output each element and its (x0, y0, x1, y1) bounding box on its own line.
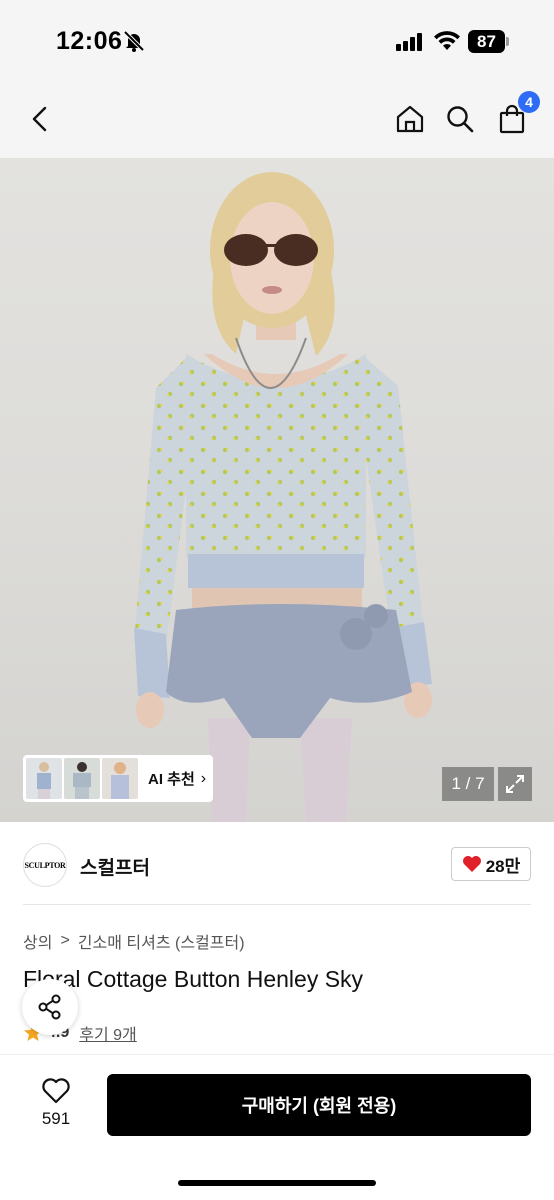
bottom-action-bar: 591 구매하기 (회원 전용) (0, 1054, 554, 1200)
back-icon (32, 106, 47, 132)
home-button[interactable] (390, 99, 430, 139)
brand-logo[interactable]: SCULPTOR (23, 843, 67, 887)
bell-off-icon (123, 30, 145, 52)
signal-icon (396, 33, 424, 51)
brand-like-button[interactable]: 28만 (451, 847, 531, 881)
brand-row[interactable]: SCULPTOR 스컬프터 28만 (0, 822, 554, 904)
breadcrumb: 상의 > 긴소매 티셔츠 (스컬프터) (23, 929, 245, 953)
expand-button[interactable] (498, 767, 532, 801)
top-nav: 4 (0, 80, 554, 158)
share-button[interactable] (22, 979, 78, 1035)
cart-count-badge: 4 (518, 91, 540, 113)
search-icon (447, 106, 474, 133)
divider (23, 904, 531, 905)
cart-button[interactable]: 4 (492, 91, 540, 139)
wifi-icon (434, 31, 460, 50)
home-icon (396, 105, 424, 133)
brand-name[interactable]: 스컬프터 (80, 853, 150, 880)
recommend-thumbnail (64, 758, 100, 799)
product-title: Floral Cottage Button Henley Sky (23, 966, 364, 992)
breadcrumb-separator: > (60, 932, 70, 949)
buy-button[interactable]: 구매하기 (회원 전용) (107, 1074, 531, 1136)
image-counter: 1 / 7 (442, 767, 494, 801)
battery-indicator: 87 (468, 30, 510, 53)
product-image-carousel[interactable]: AI 추천 › 1 / 7 (0, 158, 554, 822)
wishlist-button[interactable]: 591 (26, 1077, 86, 1133)
brand-like-count: 28만 (485, 856, 521, 876)
wishlist-count: 591 (41, 1109, 71, 1128)
recommend-thumbnail (102, 758, 138, 799)
status-time: 12:06 (56, 27, 123, 55)
breadcrumb-item[interactable]: 상의 (23, 929, 52, 953)
status-bar: 12:06 87 (0, 0, 554, 80)
heart-icon (42, 1078, 70, 1104)
back-button[interactable] (20, 99, 60, 139)
product-photo (134, 172, 432, 822)
chevron-right-icon: › (200, 769, 207, 787)
ai-recommend-chip[interactable]: AI 추천 › (23, 755, 213, 802)
battery-level: 87 (468, 30, 505, 53)
home-indicator (178, 1180, 376, 1186)
reviews-link[interactable]: 후기 9개 (79, 1021, 137, 1045)
breadcrumb-item[interactable]: 긴소매 티셔츠 (스컬프터) (78, 929, 245, 953)
ai-recommend-label: AI 추천 (148, 771, 195, 788)
expand-icon (506, 775, 524, 793)
heart-icon (462, 856, 481, 872)
recommend-thumbnail (26, 758, 62, 799)
search-button[interactable] (440, 99, 480, 139)
share-icon (38, 994, 61, 1020)
